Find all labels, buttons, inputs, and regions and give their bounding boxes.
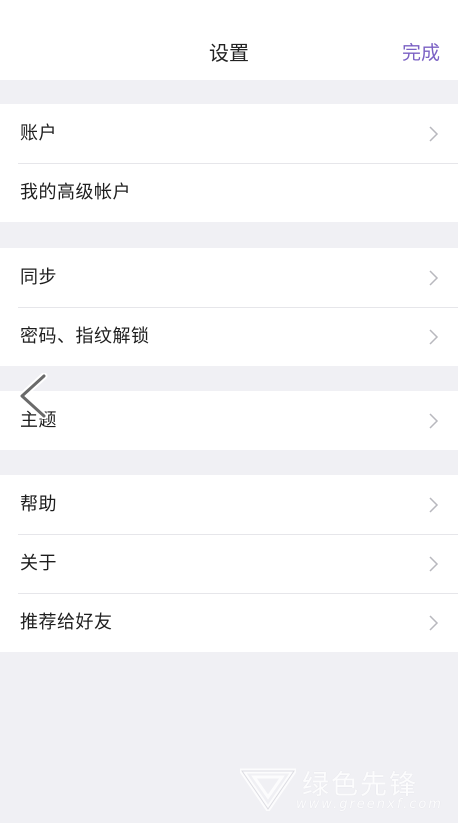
settings-group-sync: 同步 密码、指纹解锁	[0, 248, 458, 366]
chevron-right-icon	[426, 615, 440, 631]
settings-row-recommend[interactable]: 推荐给好友	[0, 593, 458, 652]
chevron-left-icon	[18, 373, 48, 419]
row-label: 帮助	[20, 494, 57, 515]
row-label: 账户	[20, 123, 57, 144]
settings-group-theme: 主题	[0, 391, 458, 450]
chevron-right-icon	[426, 270, 440, 286]
done-button[interactable]: 完成	[402, 38, 440, 68]
row-label: 我的高级帐户	[20, 182, 131, 203]
navigation-bar: 设置 完成	[0, 0, 458, 80]
chevron-right-icon	[426, 556, 440, 572]
chevron-right-icon	[426, 413, 440, 429]
settings-group-help: 帮助 关于 推荐给好友	[0, 475, 458, 652]
chevron-right-icon	[426, 126, 440, 142]
settings-row-about[interactable]: 关于	[0, 534, 458, 593]
page-title: 设置	[209, 41, 249, 65]
settings-row-premium-account[interactable]: 我的高级帐户	[0, 163, 458, 222]
back-button[interactable]	[15, 373, 49, 419]
settings-row-account[interactable]: 账户	[0, 104, 458, 163]
settings-row-theme[interactable]: 主题	[0, 391, 458, 450]
settings-row-help[interactable]: 帮助	[0, 475, 458, 534]
row-label: 密码、指纹解锁	[20, 326, 150, 347]
settings-row-sync[interactable]: 同步	[0, 248, 458, 307]
row-label: 推荐给好友	[20, 612, 113, 633]
watermark-logo	[240, 768, 296, 811]
chevron-right-icon	[426, 329, 440, 345]
chevron-right-icon	[426, 497, 440, 513]
settings-row-password-fingerprint[interactable]: 密码、指纹解锁	[0, 307, 458, 366]
watermark: 绿色先锋 www.greenxf.com	[240, 759, 450, 817]
settings-group-account: 账户 我的高级帐户	[0, 104, 458, 222]
row-label: 关于	[20, 553, 57, 574]
watermark-url: www.greenxf.com	[296, 797, 443, 812]
row-label: 同步	[20, 267, 57, 288]
